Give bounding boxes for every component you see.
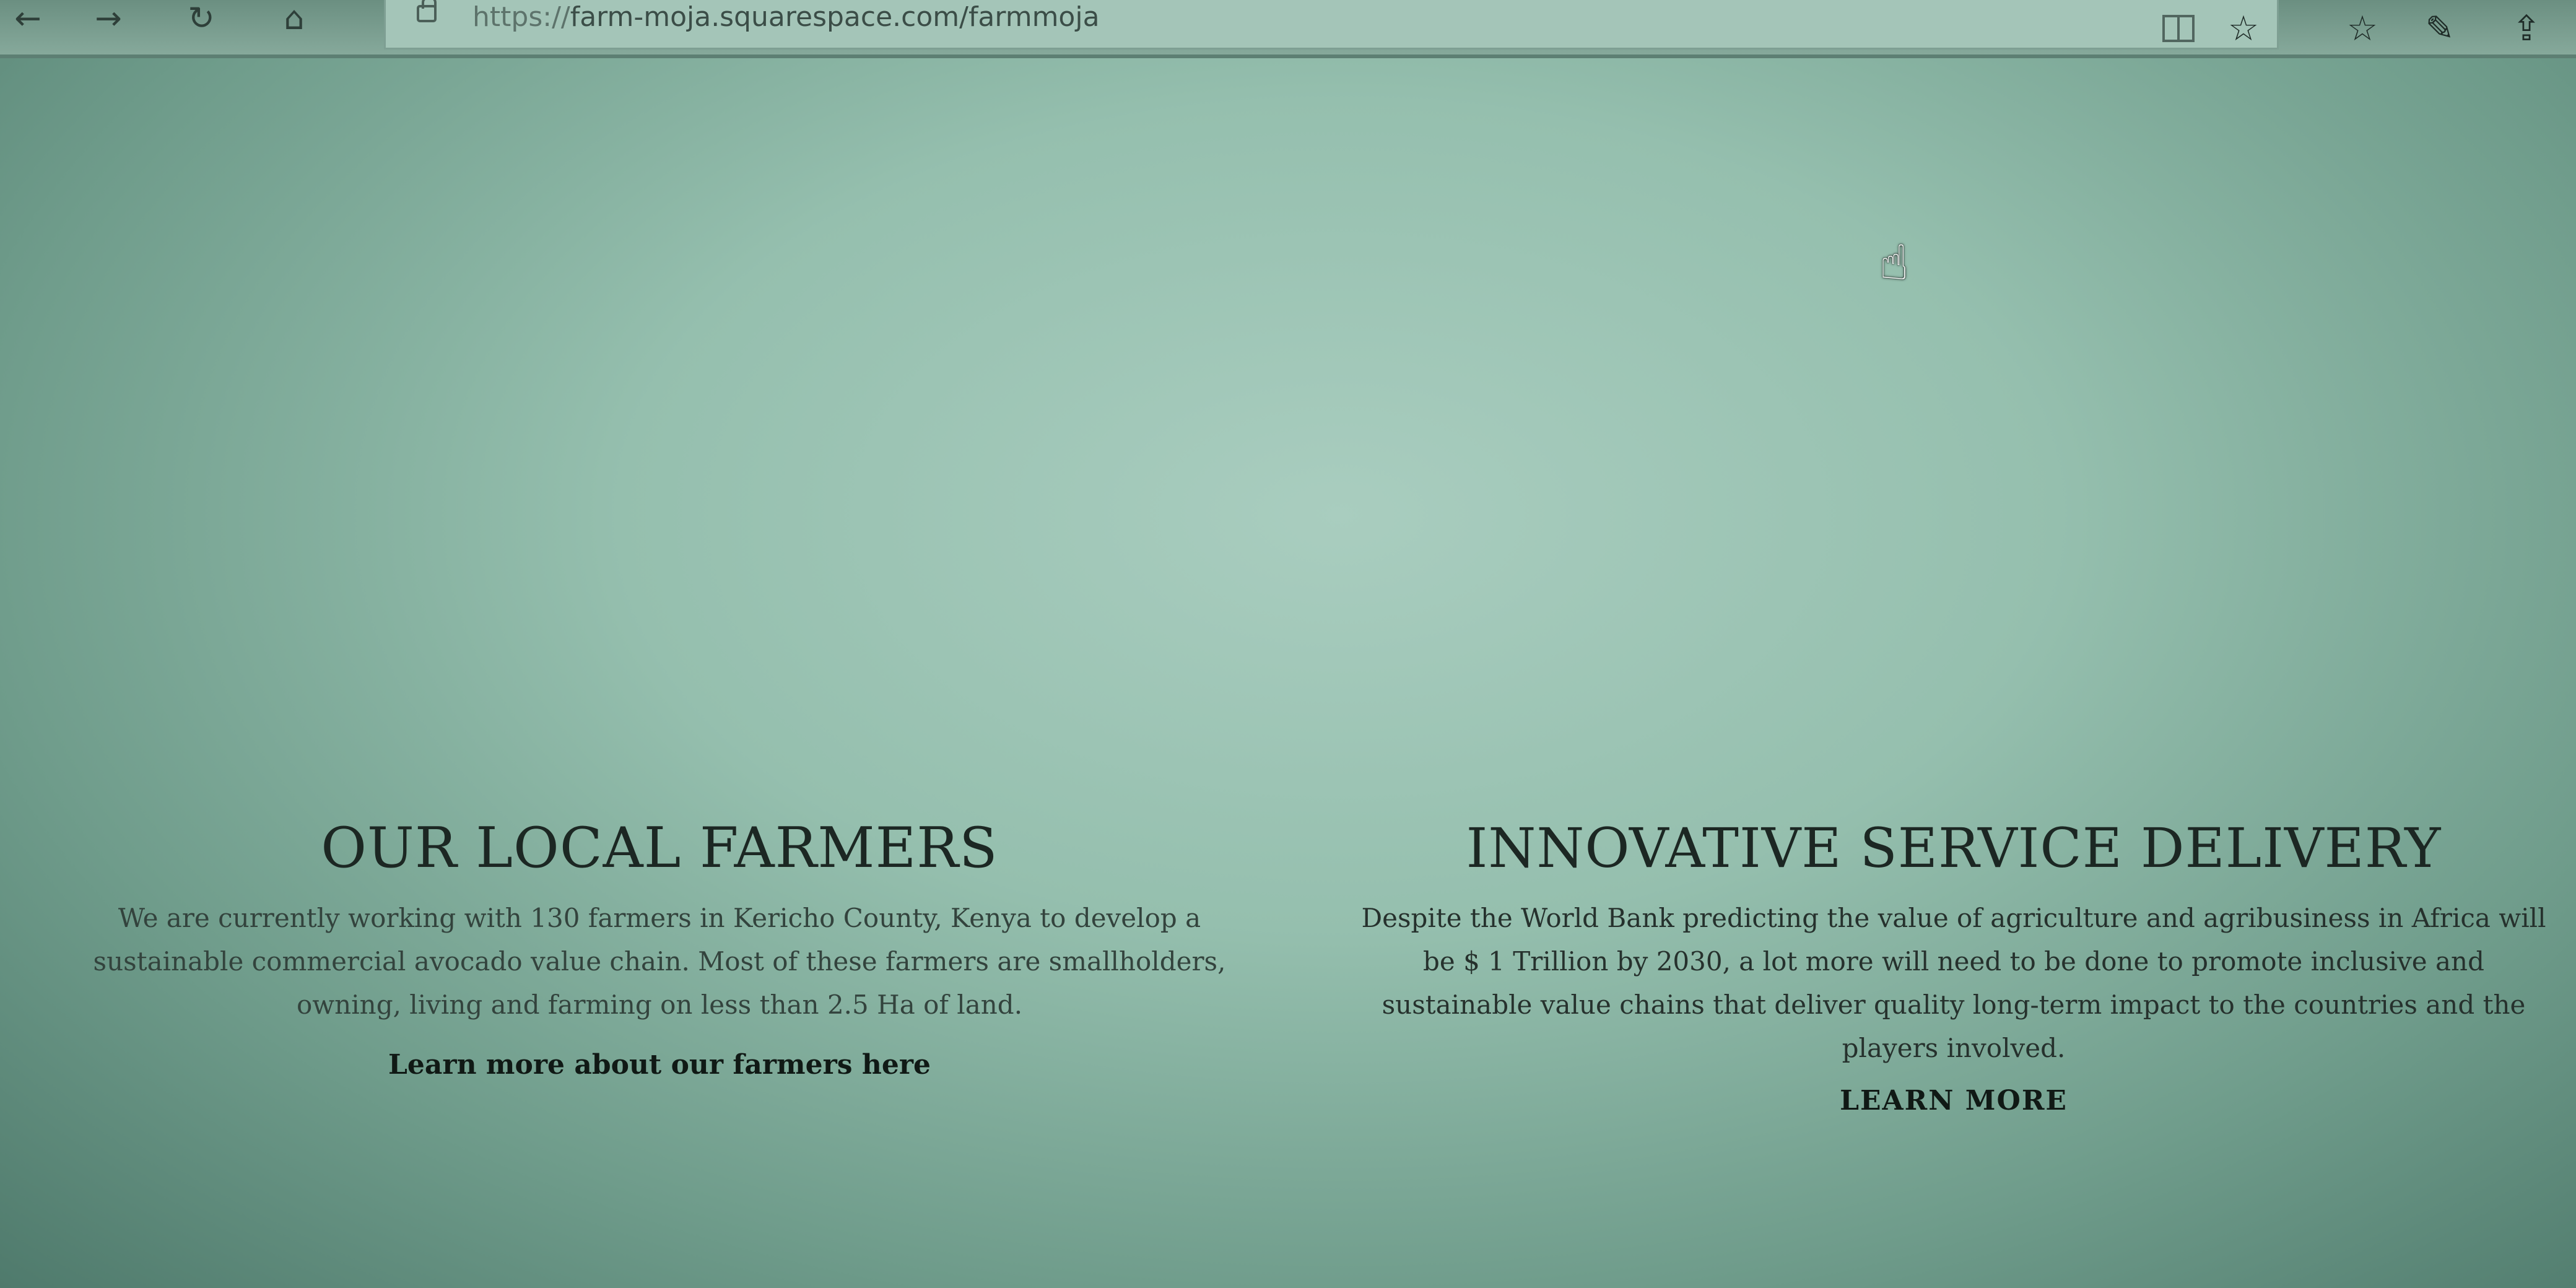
farmers-description: We are currently working with 130 farmer…	[93, 903, 1226, 1020]
share-icon[interactable]: ⇪	[2505, 9, 2548, 49]
back-arrow-icon[interactable]: ←	[0, 0, 56, 37]
reading-view-icon[interactable]	[2157, 10, 2200, 47]
farmers-heading: OUR LOCAL FARMERS	[321, 816, 998, 881]
innovation-heading: INNOVATIVE SERVICE DELIVERY	[1466, 816, 2442, 880]
farmers-section: OUR LOCAL FARMERS We are currently worki…	[62, 811, 1257, 1081]
forward-arrow-icon[interactable]: →	[80, 0, 136, 37]
browser-toolbar: ← → ↻ ⌂ https://farm-moja.squarespace.co…	[0, 0, 2576, 58]
farmers-learn-more-link[interactable]: Learn more about our farmers here	[388, 1049, 931, 1081]
refresh-icon[interactable]: ↻	[173, 0, 229, 37]
lock-icon	[417, 0, 437, 22]
pen-icon[interactable]: ✎	[2418, 9, 2461, 49]
url-host-path: farm-moja.squarespace.com/farmmoja	[570, 1, 1100, 33]
favorites-list-icon[interactable]: ☆	[2341, 9, 2384, 49]
address-bar[interactable]: https://farm-moja.squarespace.com/farmmo…	[384, 0, 2279, 50]
url-text[interactable]: https://farm-moja.squarespace.com/farmmo…	[472, 1, 1100, 33]
home-icon[interactable]: ⌂	[266, 0, 322, 37]
innovation-learn-more-link[interactable]: LEARN MORE	[1840, 1085, 2068, 1116]
star-icon[interactable]: ☆	[2222, 9, 2265, 49]
innovation-description: Despite the World Bank predicting the va…	[1361, 903, 2546, 1063]
url-scheme: https://	[472, 1, 570, 33]
hand-cursor-icon: ☝	[1879, 235, 1909, 291]
innovation-section: INNOVATIVE SERVICE DELIVERY Despite the …	[1350, 811, 2557, 1116]
